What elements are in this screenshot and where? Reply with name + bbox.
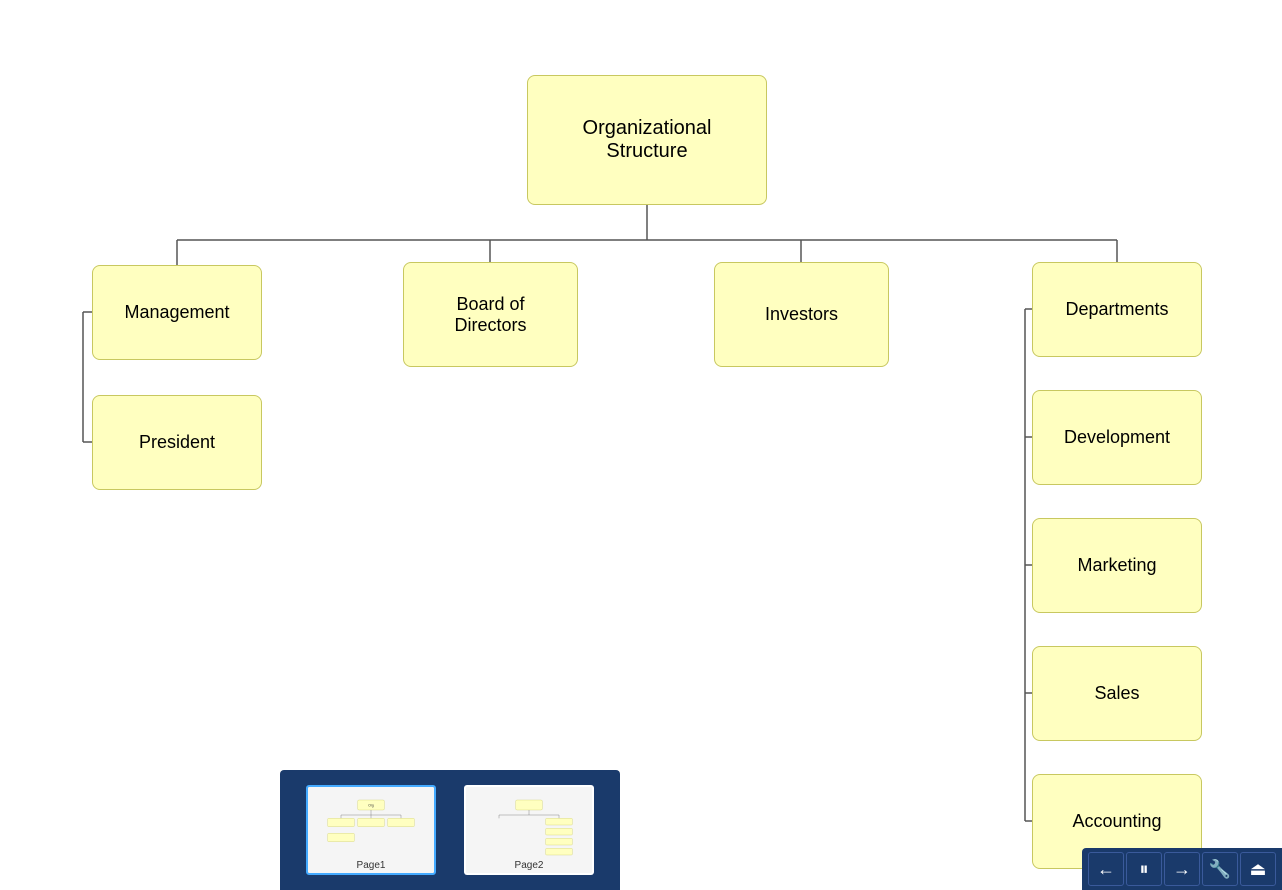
page-navigator: Org Page1 [280, 770, 620, 890]
node-investors[interactable]: Investors [714, 262, 889, 367]
settings-button[interactable]: 🔧 [1202, 852, 1238, 886]
page1-label: Page1 [357, 860, 386, 871]
pause-button[interactable]: ⏸ [1126, 852, 1162, 886]
node-president[interactable]: President [92, 395, 262, 490]
node-marketing[interactable]: Marketing [1032, 518, 1202, 613]
page1-preview-svg: Org [321, 795, 421, 865]
page2-label: Page2 [515, 860, 544, 871]
node-board[interactable]: Board ofDirectors [403, 262, 578, 367]
forward-button[interactable]: → [1164, 852, 1200, 886]
toolbar: ← ⏸ → 🔧 ⏏ [1082, 848, 1282, 890]
svg-text:Org: Org [368, 804, 374, 808]
node-sales[interactable]: Sales [1032, 646, 1202, 741]
exit-button[interactable]: ⏏ [1240, 852, 1276, 886]
diagram-area: OrganizationalStructure Management Presi… [0, 0, 1282, 890]
node-departments[interactable]: Departments [1032, 262, 1202, 357]
node-development[interactable]: Development [1032, 390, 1202, 485]
back-button[interactable]: ← [1088, 852, 1124, 886]
page2-preview-svg [479, 795, 579, 865]
node-root[interactable]: OrganizationalStructure [527, 75, 767, 205]
node-management[interactable]: Management [92, 265, 262, 360]
page-thumb-1[interactable]: Org Page1 [306, 785, 436, 875]
page-thumb-2[interactable]: Page2 [464, 785, 594, 875]
